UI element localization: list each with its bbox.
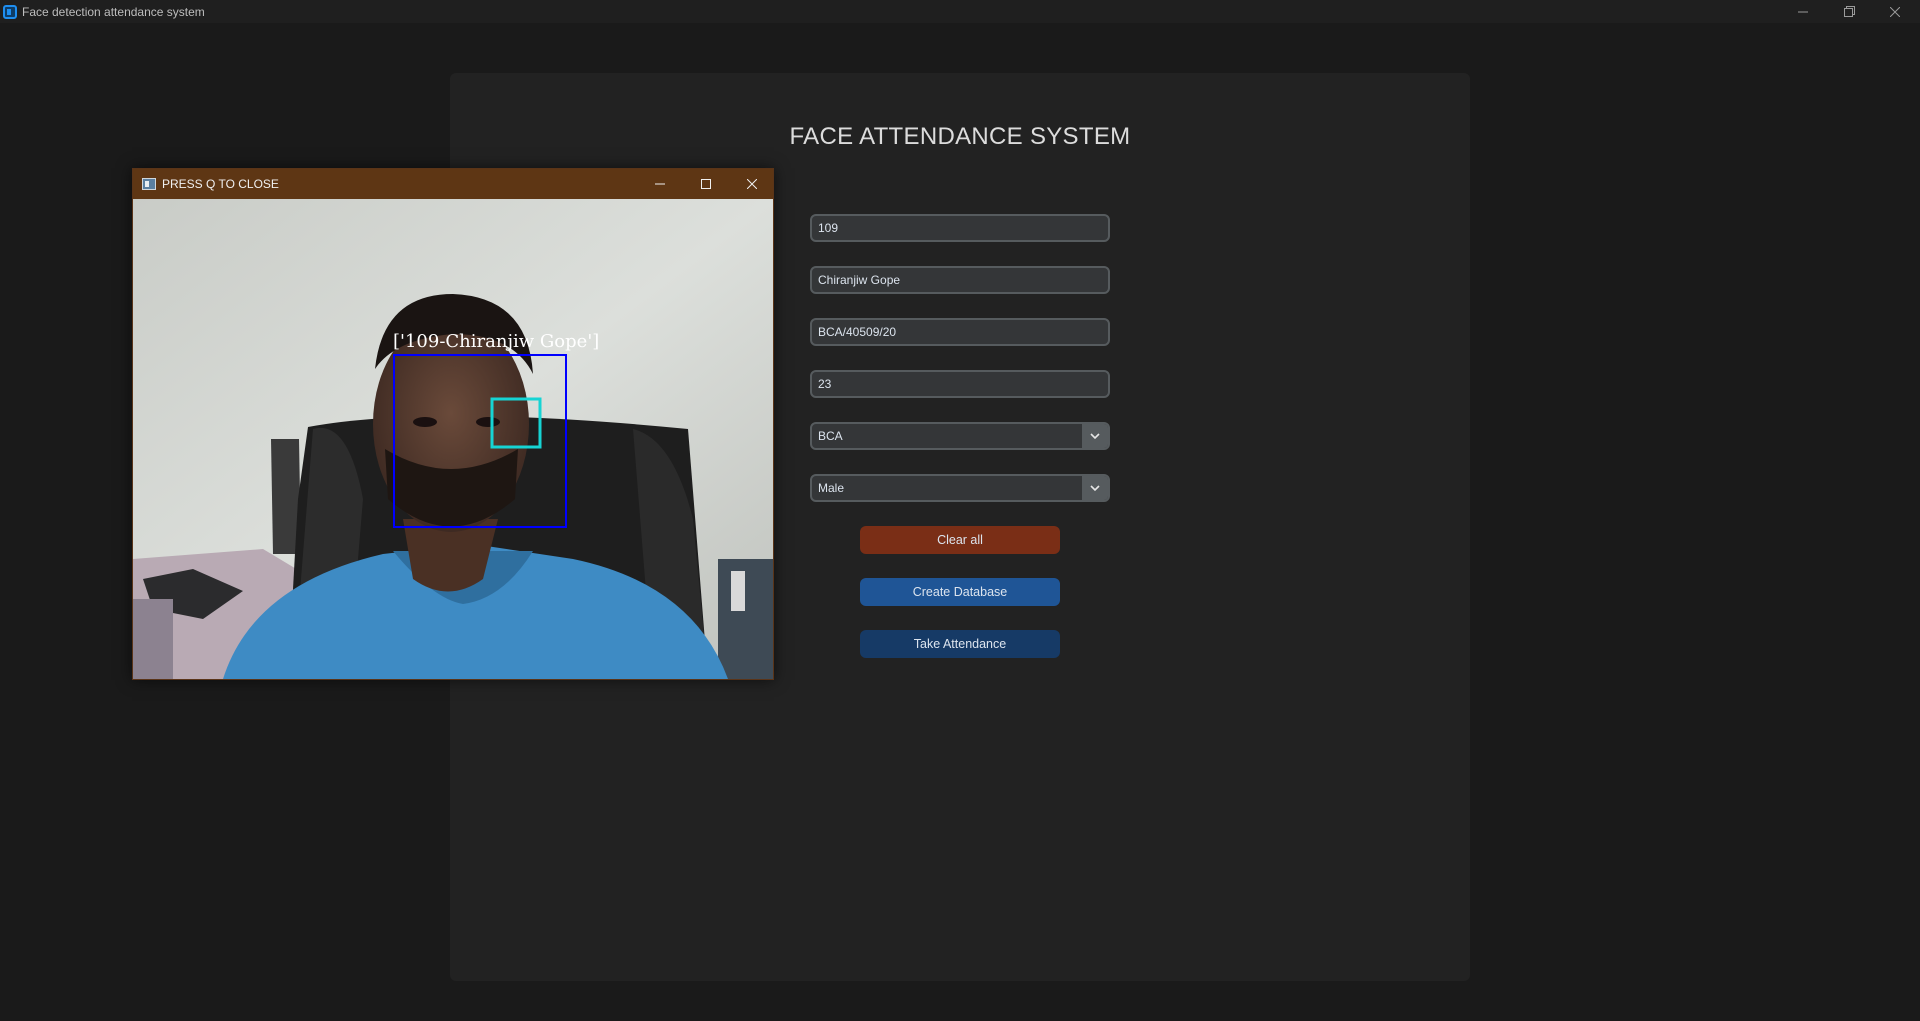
recognized-face-label: ['109-Chiranjiw Gope'] bbox=[393, 331, 600, 352]
camera-window-title: PRESS Q TO CLOSE bbox=[162, 177, 279, 191]
window-title: Face detection attendance system bbox=[22, 4, 205, 19]
course-dropdown-value: BCA bbox=[818, 429, 843, 443]
app-icon bbox=[3, 4, 17, 19]
camera-minimize-button[interactable] bbox=[638, 169, 682, 199]
age-field[interactable] bbox=[810, 370, 1110, 398]
minimize-icon bbox=[1798, 11, 1808, 12]
page-title: FACE ATTENDANCE SYSTEM bbox=[789, 123, 1131, 150]
camera-maximize-button[interactable] bbox=[684, 169, 728, 199]
camera-feed bbox=[133, 199, 773, 679]
minimize-button[interactable] bbox=[1780, 0, 1826, 23]
name-field[interactable] bbox=[810, 266, 1110, 294]
id-field[interactable] bbox=[810, 214, 1110, 242]
camera-title-bar[interactable]: PRESS Q TO CLOSE bbox=[133, 169, 773, 199]
webcam-image bbox=[133, 199, 773, 679]
clear-all-button[interactable]: Clear all bbox=[860, 526, 1060, 554]
chevron-down-icon[interactable] bbox=[1082, 424, 1108, 448]
restore-button[interactable] bbox=[1826, 0, 1872, 23]
camera-window-icon bbox=[142, 178, 156, 190]
close-button[interactable] bbox=[1872, 0, 1918, 23]
title-bar: Face detection attendance system bbox=[0, 0, 1920, 23]
gender-dropdown[interactable]: Male bbox=[810, 474, 1110, 502]
app-window: Face detection attendance system FACE AT… bbox=[0, 0, 1920, 1021]
course-dropdown[interactable]: BCA bbox=[810, 422, 1110, 450]
maximize-icon bbox=[701, 179, 711, 189]
close-icon bbox=[1890, 6, 1900, 17]
gender-dropdown-value: Male bbox=[818, 481, 845, 495]
roll-number-field[interactable] bbox=[810, 318, 1110, 346]
chevron-down-icon[interactable] bbox=[1082, 476, 1108, 500]
take-attendance-button[interactable]: Take Attendance bbox=[860, 630, 1060, 658]
create-database-button[interactable]: Create Database bbox=[860, 578, 1060, 606]
minimize-icon bbox=[655, 183, 665, 185]
camera-close-button[interactable] bbox=[730, 169, 774, 199]
camera-window[interactable]: PRESS Q TO CLOSE bbox=[132, 168, 774, 680]
restore-icon bbox=[1843, 6, 1855, 17]
close-icon bbox=[747, 179, 757, 189]
